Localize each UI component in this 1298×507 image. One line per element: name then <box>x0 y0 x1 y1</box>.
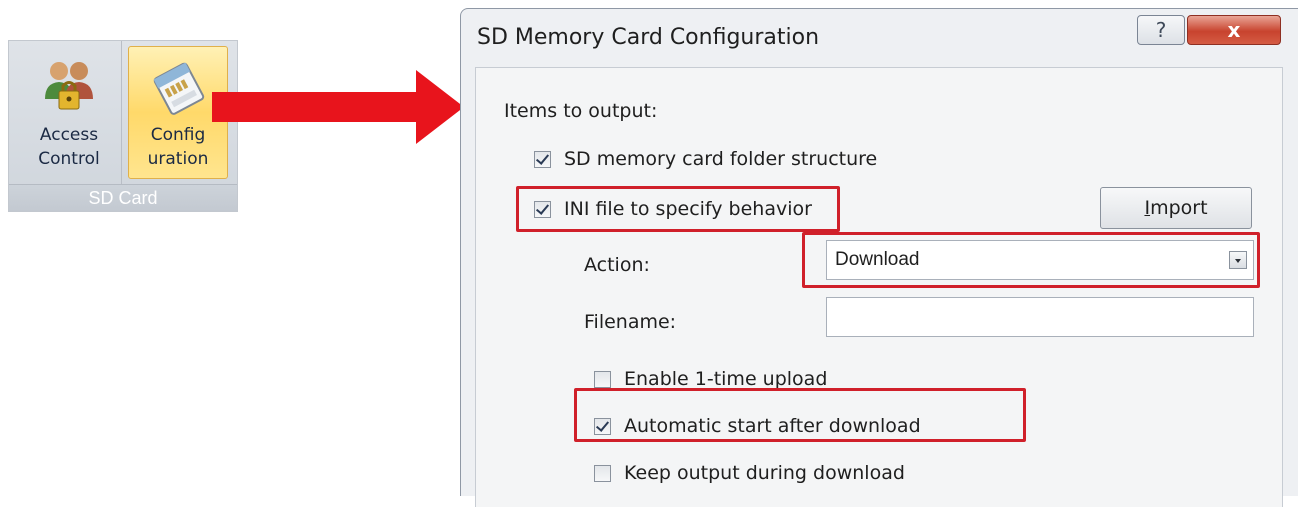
enable-upload-label: Enable 1-time upload <box>624 368 828 390</box>
help-button[interactable]: ? <box>1137 15 1185 45</box>
import-button[interactable]: Import <box>1100 187 1252 229</box>
folder-structure-checkbox[interactable] <box>534 151 551 168</box>
section-label: Items to output: <box>504 100 658 122</box>
close-icon: x <box>1227 18 1241 42</box>
filename-input[interactable] <box>826 297 1254 337</box>
help-icon: ? <box>1155 18 1167 42</box>
dialog-body: Items to output: SD memory card folder s… <box>475 67 1283 507</box>
keep-output-label: Keep output during download <box>624 462 905 484</box>
ribbon-panel: Access Control Config uration SD Card <box>8 40 238 212</box>
ribbon-group-label: SD Card <box>9 184 237 211</box>
highlight-auto-start <box>574 388 1026 442</box>
action-label: Action: <box>584 254 650 276</box>
sd-config-dialog: SD Memory Card Configuration ? x Items t… <box>460 8 1298 507</box>
arrow-right-icon <box>212 70 464 144</box>
sd-card-icon <box>153 62 205 115</box>
dialog-title: SD Memory Card Configuration <box>477 25 820 50</box>
keep-output-checkbox[interactable] <box>594 465 611 482</box>
users-lock-icon <box>45 62 93 110</box>
highlight-action <box>802 232 1260 288</box>
highlight-ini-file <box>516 186 840 232</box>
access-control-label: Access Control <box>38 125 100 169</box>
enable-upload-checkbox[interactable] <box>594 371 611 388</box>
filename-label: Filename: <box>584 311 677 333</box>
access-control-button[interactable]: Access Control <box>27 47 111 183</box>
folder-structure-label: SD memory card folder structure <box>564 148 878 170</box>
import-label: mport <box>1150 197 1208 219</box>
close-button[interactable]: x <box>1187 15 1281 45</box>
